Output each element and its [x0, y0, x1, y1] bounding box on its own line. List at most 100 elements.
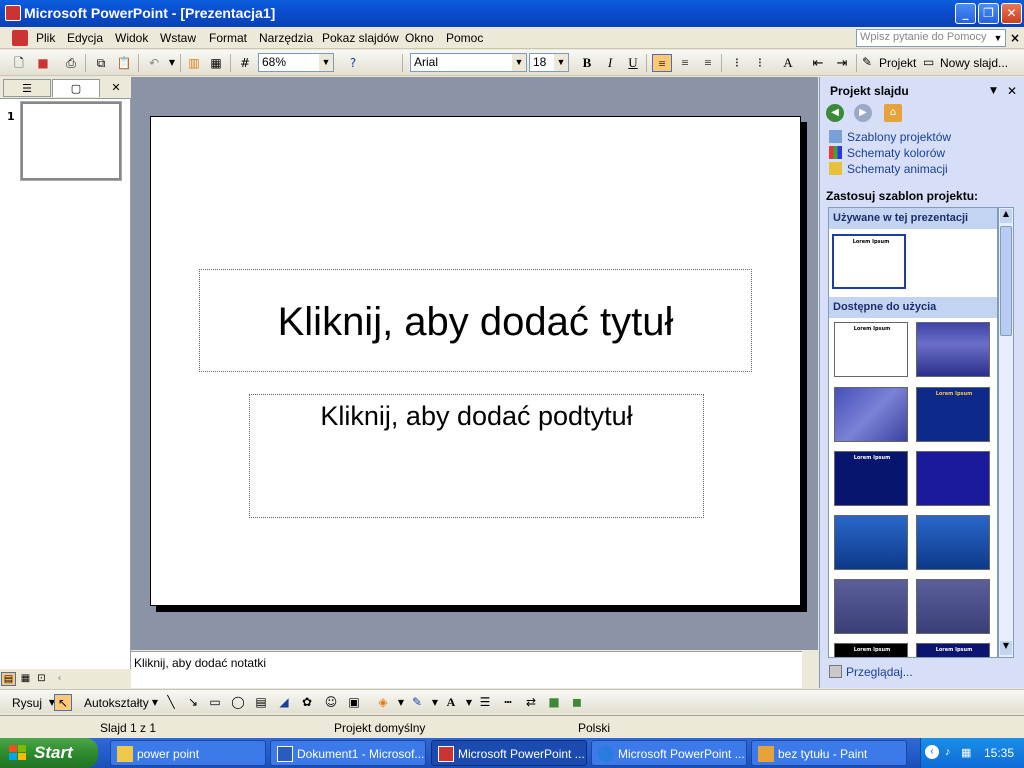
- scroll-thumb[interactable]: [1000, 226, 1012, 336]
- minimize-button[interactable]: _: [955, 3, 976, 24]
- oval-icon[interactable]: ◯: [229, 694, 247, 711]
- slides-tab-icon[interactable]: ▢: [52, 79, 100, 97]
- arrow-style-icon[interactable]: ⇄: [522, 694, 540, 711]
- close-document-icon[interactable]: ×: [1010, 31, 1020, 45]
- template-item[interactable]: Lorem Ipsum: [834, 451, 908, 506]
- home-icon[interactable]: ⌂: [884, 104, 902, 122]
- rectangle-icon[interactable]: ▭: [206, 694, 224, 711]
- template-item[interactable]: [834, 387, 908, 442]
- subtitle-placeholder[interactable]: Kliknij, aby dodać podtytuł: [249, 394, 704, 518]
- template-item[interactable]: [916, 322, 990, 377]
- insert-chart-icon[interactable]: ▥: [185, 54, 203, 72]
- dash-style-icon[interactable]: ┅: [499, 694, 517, 711]
- line-icon[interactable]: ╲: [162, 694, 180, 711]
- menu-okno[interactable]: Okno: [405, 31, 434, 45]
- chevron-down-icon[interactable]: ▼: [319, 54, 333, 71]
- 3d-icon[interactable]: ◼: [568, 694, 586, 711]
- close-pane-icon[interactable]: ✕: [107, 79, 125, 97]
- taskbar-item-paint[interactable]: bez tytułu - Paint: [751, 740, 907, 766]
- grid-icon[interactable]: #: [236, 54, 254, 72]
- notes-scrollbar[interactable]: [802, 651, 818, 688]
- slide-thumbnail[interactable]: [20, 101, 122, 181]
- font-size-select[interactable]: 18 ▼: [529, 53, 569, 72]
- align-right-icon[interactable]: ≡: [698, 54, 718, 72]
- line-color-icon[interactable]: ✎: [408, 694, 426, 711]
- link-design-templates[interactable]: Szablony projektów: [829, 130, 951, 144]
- help-icon[interactable]: ?: [344, 54, 362, 72]
- tray-arrow-icon[interactable]: ‹: [925, 745, 939, 759]
- draw-menu[interactable]: Rysuj: [12, 696, 42, 710]
- undo-icon[interactable]: ↶: [145, 54, 163, 72]
- network-icon[interactable]: ▦: [961, 746, 971, 759]
- autoshapes-menu[interactable]: Autokształty: [84, 696, 149, 710]
- numbered-list-icon[interactable]: ⁝: [727, 54, 747, 72]
- link-color-schemes[interactable]: Schematy kolorów: [829, 146, 945, 160]
- diagram-icon[interactable]: ✿: [298, 694, 316, 711]
- normal-view-icon[interactable]: ▤: [1, 672, 16, 686]
- restore-button[interactable]: ❐: [978, 3, 999, 24]
- chevron-down-icon[interactable]: ▼: [991, 30, 1005, 46]
- font-color-icon[interactable]: A: [442, 694, 460, 711]
- document-icon[interactable]: [12, 30, 28, 46]
- copy-icon[interactable]: ⧉: [92, 54, 110, 72]
- template-item[interactable]: [834, 579, 908, 634]
- forward-icon[interactable]: ▶: [854, 104, 872, 122]
- menu-format[interactable]: Format: [209, 31, 247, 45]
- menu-wstaw[interactable]: Wstaw: [160, 31, 196, 45]
- new-slide-icon[interactable]: ▭: [923, 55, 934, 69]
- bold-button[interactable]: B: [577, 54, 597, 72]
- increase-font-icon[interactable]: A: [778, 54, 798, 72]
- back-icon[interactable]: ◀: [826, 104, 844, 122]
- zoom-select[interactable]: 68% ▼: [258, 53, 334, 72]
- template-item[interactable]: [916, 515, 990, 570]
- line-style-icon[interactable]: ☰: [476, 694, 494, 711]
- chevron-down-icon[interactable]: ▼: [554, 54, 568, 71]
- template-default[interactable]: Lorem Ipsum: [832, 234, 906, 289]
- template-item[interactable]: Lorem Ipsum: [916, 643, 990, 657]
- slide-show-view-icon[interactable]: ⊡: [34, 672, 49, 686]
- insert-table-icon[interactable]: ▦: [207, 54, 225, 72]
- open-icon[interactable]: ■: [34, 54, 52, 72]
- italic-button[interactable]: I: [600, 54, 620, 72]
- help-search-input[interactable]: Wpisz pytanie do Pomocy ▼: [856, 29, 1006, 47]
- template-list-scrollbar[interactable]: ▲ ▼: [998, 207, 1014, 658]
- increase-indent-icon[interactable]: ⇥: [832, 54, 852, 72]
- font-select[interactable]: Arial ▼: [410, 53, 527, 72]
- bullet-list-icon[interactable]: ⁝: [750, 54, 770, 72]
- notes-pane[interactable]: Kliknij, aby dodać notatki: [131, 651, 818, 688]
- template-item[interactable]: Lorem Ipsum: [916, 387, 990, 442]
- template-item[interactable]: [834, 515, 908, 570]
- wordart-icon[interactable]: ◢: [275, 694, 293, 711]
- browse-link[interactable]: Przeglądaj...: [829, 665, 913, 679]
- title-bar[interactable]: Microsoft PowerPoint - [Prezentacja1] _ …: [0, 0, 1024, 27]
- scroll-left-icon[interactable]: ‹: [52, 672, 67, 686]
- paste-icon[interactable]: 📋: [115, 54, 133, 72]
- volume-icon[interactable]: ♪: [945, 746, 951, 758]
- align-left-icon[interactable]: ≡: [652, 54, 672, 72]
- close-icon[interactable]: ✕: [1007, 84, 1017, 98]
- menu-pokaz-slajdow[interactable]: Pokaz slajdów: [322, 31, 399, 45]
- menu-narzedzia[interactable]: Narzędzia: [259, 31, 313, 45]
- menu-pomoc[interactable]: Pomoc: [446, 31, 483, 45]
- outline-tab-icon[interactable]: ☰: [3, 79, 51, 97]
- template-item[interactable]: Lorem Ipsum: [834, 643, 908, 657]
- fill-color-icon[interactable]: ◈: [374, 694, 392, 711]
- align-center-icon[interactable]: ≡: [675, 54, 695, 72]
- design-icon[interactable]: ✎: [862, 55, 872, 69]
- scroll-down-icon[interactable]: ▼: [1000, 641, 1012, 655]
- chevron-down-icon[interactable]: ▼: [990, 86, 997, 96]
- template-item[interactable]: [916, 451, 990, 506]
- slide[interactable]: Kliknij, aby dodać tytuł Kliknij, aby do…: [150, 116, 801, 606]
- new-document-icon[interactable]: 🗋: [10, 54, 28, 72]
- title-placeholder[interactable]: Kliknij, aby dodać tytuł: [199, 269, 752, 372]
- shadow-icon[interactable]: ■: [545, 694, 563, 711]
- link-animation-schemes[interactable]: Schematy animacji: [829, 162, 948, 176]
- design-button[interactable]: Projekt: [879, 56, 916, 70]
- clipart-icon[interactable]: ☺: [322, 694, 340, 711]
- taskbar-item-powerpoint[interactable]: Microsoft PowerPoint ...: [591, 740, 747, 766]
- picture-icon[interactable]: ▣: [345, 694, 363, 711]
- new-slide-button[interactable]: Nowy slajd...: [940, 56, 1008, 70]
- select-pointer-icon[interactable]: ↖: [54, 694, 72, 711]
- menu-widok[interactable]: Widok: [115, 31, 148, 45]
- taskbar-item-word[interactable]: Dokument1 - Microsof...: [270, 740, 426, 766]
